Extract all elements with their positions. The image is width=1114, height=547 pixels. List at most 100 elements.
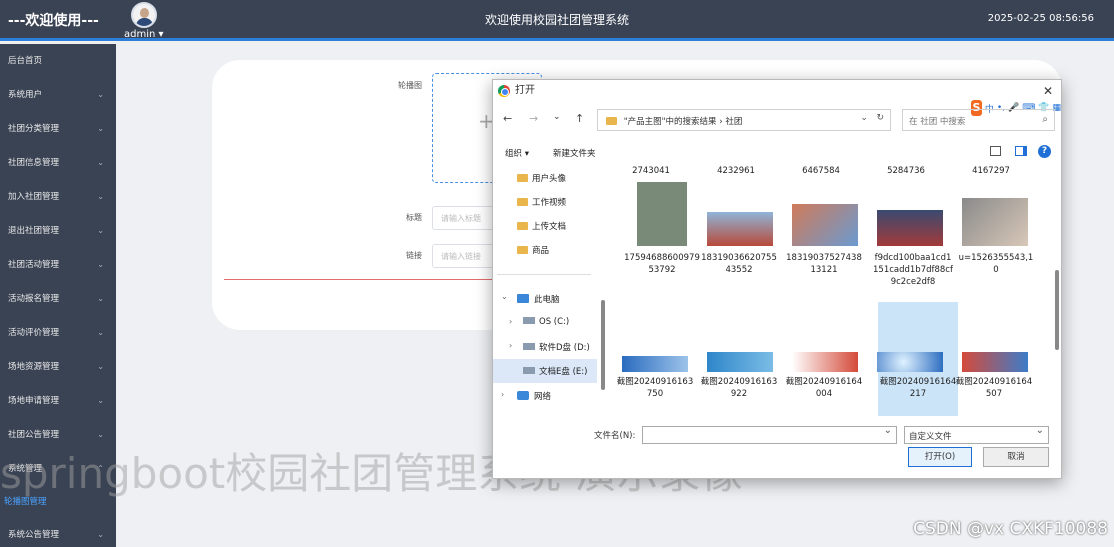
address-path: "产品主图"中的搜索结果 › 社团 [623, 117, 743, 127]
file-name[interactable]: 截图20240916164217 [878, 376, 958, 400]
file-thumbnail[interactable] [707, 352, 773, 372]
file-thumbnail[interactable] [962, 198, 1028, 246]
file-thumbnail[interactable] [637, 182, 687, 246]
file-thumbnail[interactable] [707, 212, 773, 246]
drive-icon [523, 317, 535, 324]
chrome-icon [498, 85, 510, 97]
chevron-down-icon: ⌄ [97, 260, 104, 269]
folder-icon [517, 174, 528, 182]
view-icon[interactable] [990, 146, 1001, 156]
new-folder-button[interactable]: 新建文件夹 [553, 147, 596, 159]
refresh-icon[interactable]: ⌄ ↻ [860, 113, 884, 123]
dialog-navbar: ← → ⌄ ↑ "产品主图"中的搜索结果 › 社团 ⌄ ↻ 在 社团 中搜索 ⌕ [493, 106, 1061, 134]
dialog-toolbar: 组织 ▾ 新建文件夹 ? [493, 142, 1061, 164]
filename-row: 文件名(N): 自定义文件 [493, 424, 1061, 446]
file-thumbnail[interactable] [877, 352, 943, 372]
navigation-pane: 用户头像 工作视频 上传文档 商品 ⌄ 此电脑 › OS (C:) › 软件D盘… [493, 166, 603, 416]
chevron-down-icon[interactable]: ⌄ [553, 112, 561, 122]
nav-scrollbar[interactable] [601, 300, 605, 390]
help-icon[interactable]: ? [1038, 145, 1051, 158]
chevron-right-icon[interactable]: › [509, 317, 512, 326]
chevron-down-icon: ⌄ [97, 328, 104, 337]
back-icon[interactable]: ← [503, 112, 512, 125]
file-name[interactable]: 1831903752743813121 [784, 252, 864, 276]
chevron-down-icon: ⌄ [97, 396, 104, 405]
chevron-down-icon[interactable]: ⌄ [501, 292, 508, 301]
search-input[interactable]: 在 社团 中搜索 ⌕ [902, 109, 1055, 131]
title-label: 标题 [406, 213, 422, 222]
chevron-right-icon[interactable]: › [509, 341, 512, 350]
organize-button[interactable]: 组织 ▾ [505, 147, 529, 159]
nav-folder-goods[interactable]: 商品 [517, 244, 549, 256]
files-scrollbar[interactable] [1055, 270, 1059, 350]
cancel-button[interactable]: 取消 [983, 447, 1049, 467]
drive-icon [523, 367, 535, 374]
address-bar[interactable]: "产品主图"中的搜索结果 › 社团 ⌄ ↻ [597, 109, 891, 131]
nav-folder-videos[interactable]: 工作视频 [517, 196, 566, 208]
file-name[interactable]: 截图20240916164004 [784, 376, 864, 400]
chevron-down-icon: ⌄ [97, 226, 104, 235]
nav-this-pc[interactable]: 此电脑 [517, 293, 560, 305]
file-name-partial: 4167297 [972, 166, 1010, 176]
drive-icon [523, 343, 535, 350]
sidebar-item-activity-review[interactable]: 活动评价管理 ⌄ [0, 316, 116, 350]
file-name-partial: 4232961 [717, 166, 755, 176]
file-open-dialog: 打开 ✕ S 中 •, 🎤 ⌨ 👕 ▦ ← → ⌄ ↑ "产品主图"中的搜索结果… [492, 79, 1062, 479]
carousel-label: 轮播图 [398, 81, 422, 90]
file-name[interactable]: 1831903662075543552 [699, 252, 779, 276]
sidebar-item-club-category[interactable]: 社团分类管理 ⌄ [0, 112, 116, 146]
dialog-title: 打开 [515, 85, 535, 96]
sidebar-item-join-club[interactable]: 加入社团管理 ⌄ [0, 180, 116, 214]
file-name[interactable]: u=1526355543,10 [956, 252, 1036, 276]
forward-icon[interactable]: → [529, 112, 538, 125]
file-name-partial: 5284736 [887, 166, 925, 176]
chevron-down-icon: ⌄ [97, 294, 104, 303]
sidebar-item-club-activity[interactable]: 社团活动管理 ⌄ [0, 248, 116, 282]
file-thumbnail[interactable] [792, 204, 858, 246]
file-thumbnail[interactable] [792, 352, 858, 372]
file-type-select[interactable]: 自定义文件 [904, 425, 1049, 444]
nav-network[interactable]: 网络 [517, 390, 551, 402]
file-name[interactable]: 截图20240916164507 [954, 376, 1034, 400]
folder-icon [517, 198, 528, 206]
nav-drive-d[interactable]: 软件D盘 (D:) [523, 341, 590, 353]
folder-icon [517, 246, 528, 254]
sidebar-item-club-info[interactable]: 社团信息管理 ⌄ [0, 146, 116, 180]
chevron-down-icon: ⌄ [97, 192, 104, 201]
file-thumbnail[interactable] [622, 356, 688, 372]
sidebar-item-venue-resource[interactable]: 场地资源管理 ⌄ [0, 350, 116, 384]
chevron-down-icon: ⌄ [97, 362, 104, 371]
file-name[interactable]: 截图20240916163750 [615, 376, 695, 400]
file-name[interactable]: 截图20240916163922 [699, 376, 779, 400]
file-thumbnail[interactable] [877, 210, 943, 246]
file-name[interactable]: 1759468860097953792 [622, 252, 702, 276]
computer-icon [517, 294, 529, 303]
sidebar-item-quit-club[interactable]: 退出社团管理 ⌄ [0, 214, 116, 248]
user-name[interactable]: admin [124, 29, 155, 40]
site-title: 欢迎使用校园社团管理系统 [484, 13, 629, 27]
chevron-down-icon: ⌄ [97, 530, 104, 539]
up-icon[interactable]: ↑ [575, 112, 584, 125]
chevron-down-icon: ⌄ [97, 90, 104, 99]
sidebar-item-users[interactable]: 系统用户 ⌄ [0, 78, 116, 112]
csdn-watermark: CSDN @vx CXKF10088 [913, 519, 1108, 539]
sidebar-item-venue-apply[interactable]: 场地申请管理 ⌄ [0, 384, 116, 418]
file-name-partial: 6467584 [802, 166, 840, 176]
file-thumbnail[interactable] [962, 352, 1028, 372]
top-bar: ---欢迎使用--- admin ▾ 欢迎使用校园社团管理系统 2025-02-… [0, 0, 1114, 41]
nav-folder-docs[interactable]: 上传文档 [517, 220, 566, 232]
divider [497, 274, 591, 275]
preview-pane-icon[interactable] [1015, 146, 1027, 156]
open-button[interactable]: 打开(O) [908, 447, 972, 467]
nav-drive-c[interactable]: OS (C:) [523, 317, 569, 327]
file-name[interactable]: f9dcd100baa1cd1151cadd1b7df88cf9c2ce2df8 [873, 252, 953, 288]
filename-input[interactable] [642, 425, 897, 444]
nav-drive-e[interactable]: 文档E盘 (E:) [493, 359, 597, 383]
sidebar-item-activity-signup[interactable]: 活动报名管理 ⌄ [0, 282, 116, 316]
sidebar-item-system-notice[interactable]: 系统公告管理 ⌄ [0, 518, 116, 547]
nav-folder-avatars[interactable]: 用户头像 [517, 172, 566, 184]
sidebar-item-home[interactable]: 后台首页 [0, 44, 116, 78]
network-icon [517, 391, 529, 400]
chevron-right-icon[interactable]: › [501, 390, 504, 399]
folder-icon [517, 222, 528, 230]
